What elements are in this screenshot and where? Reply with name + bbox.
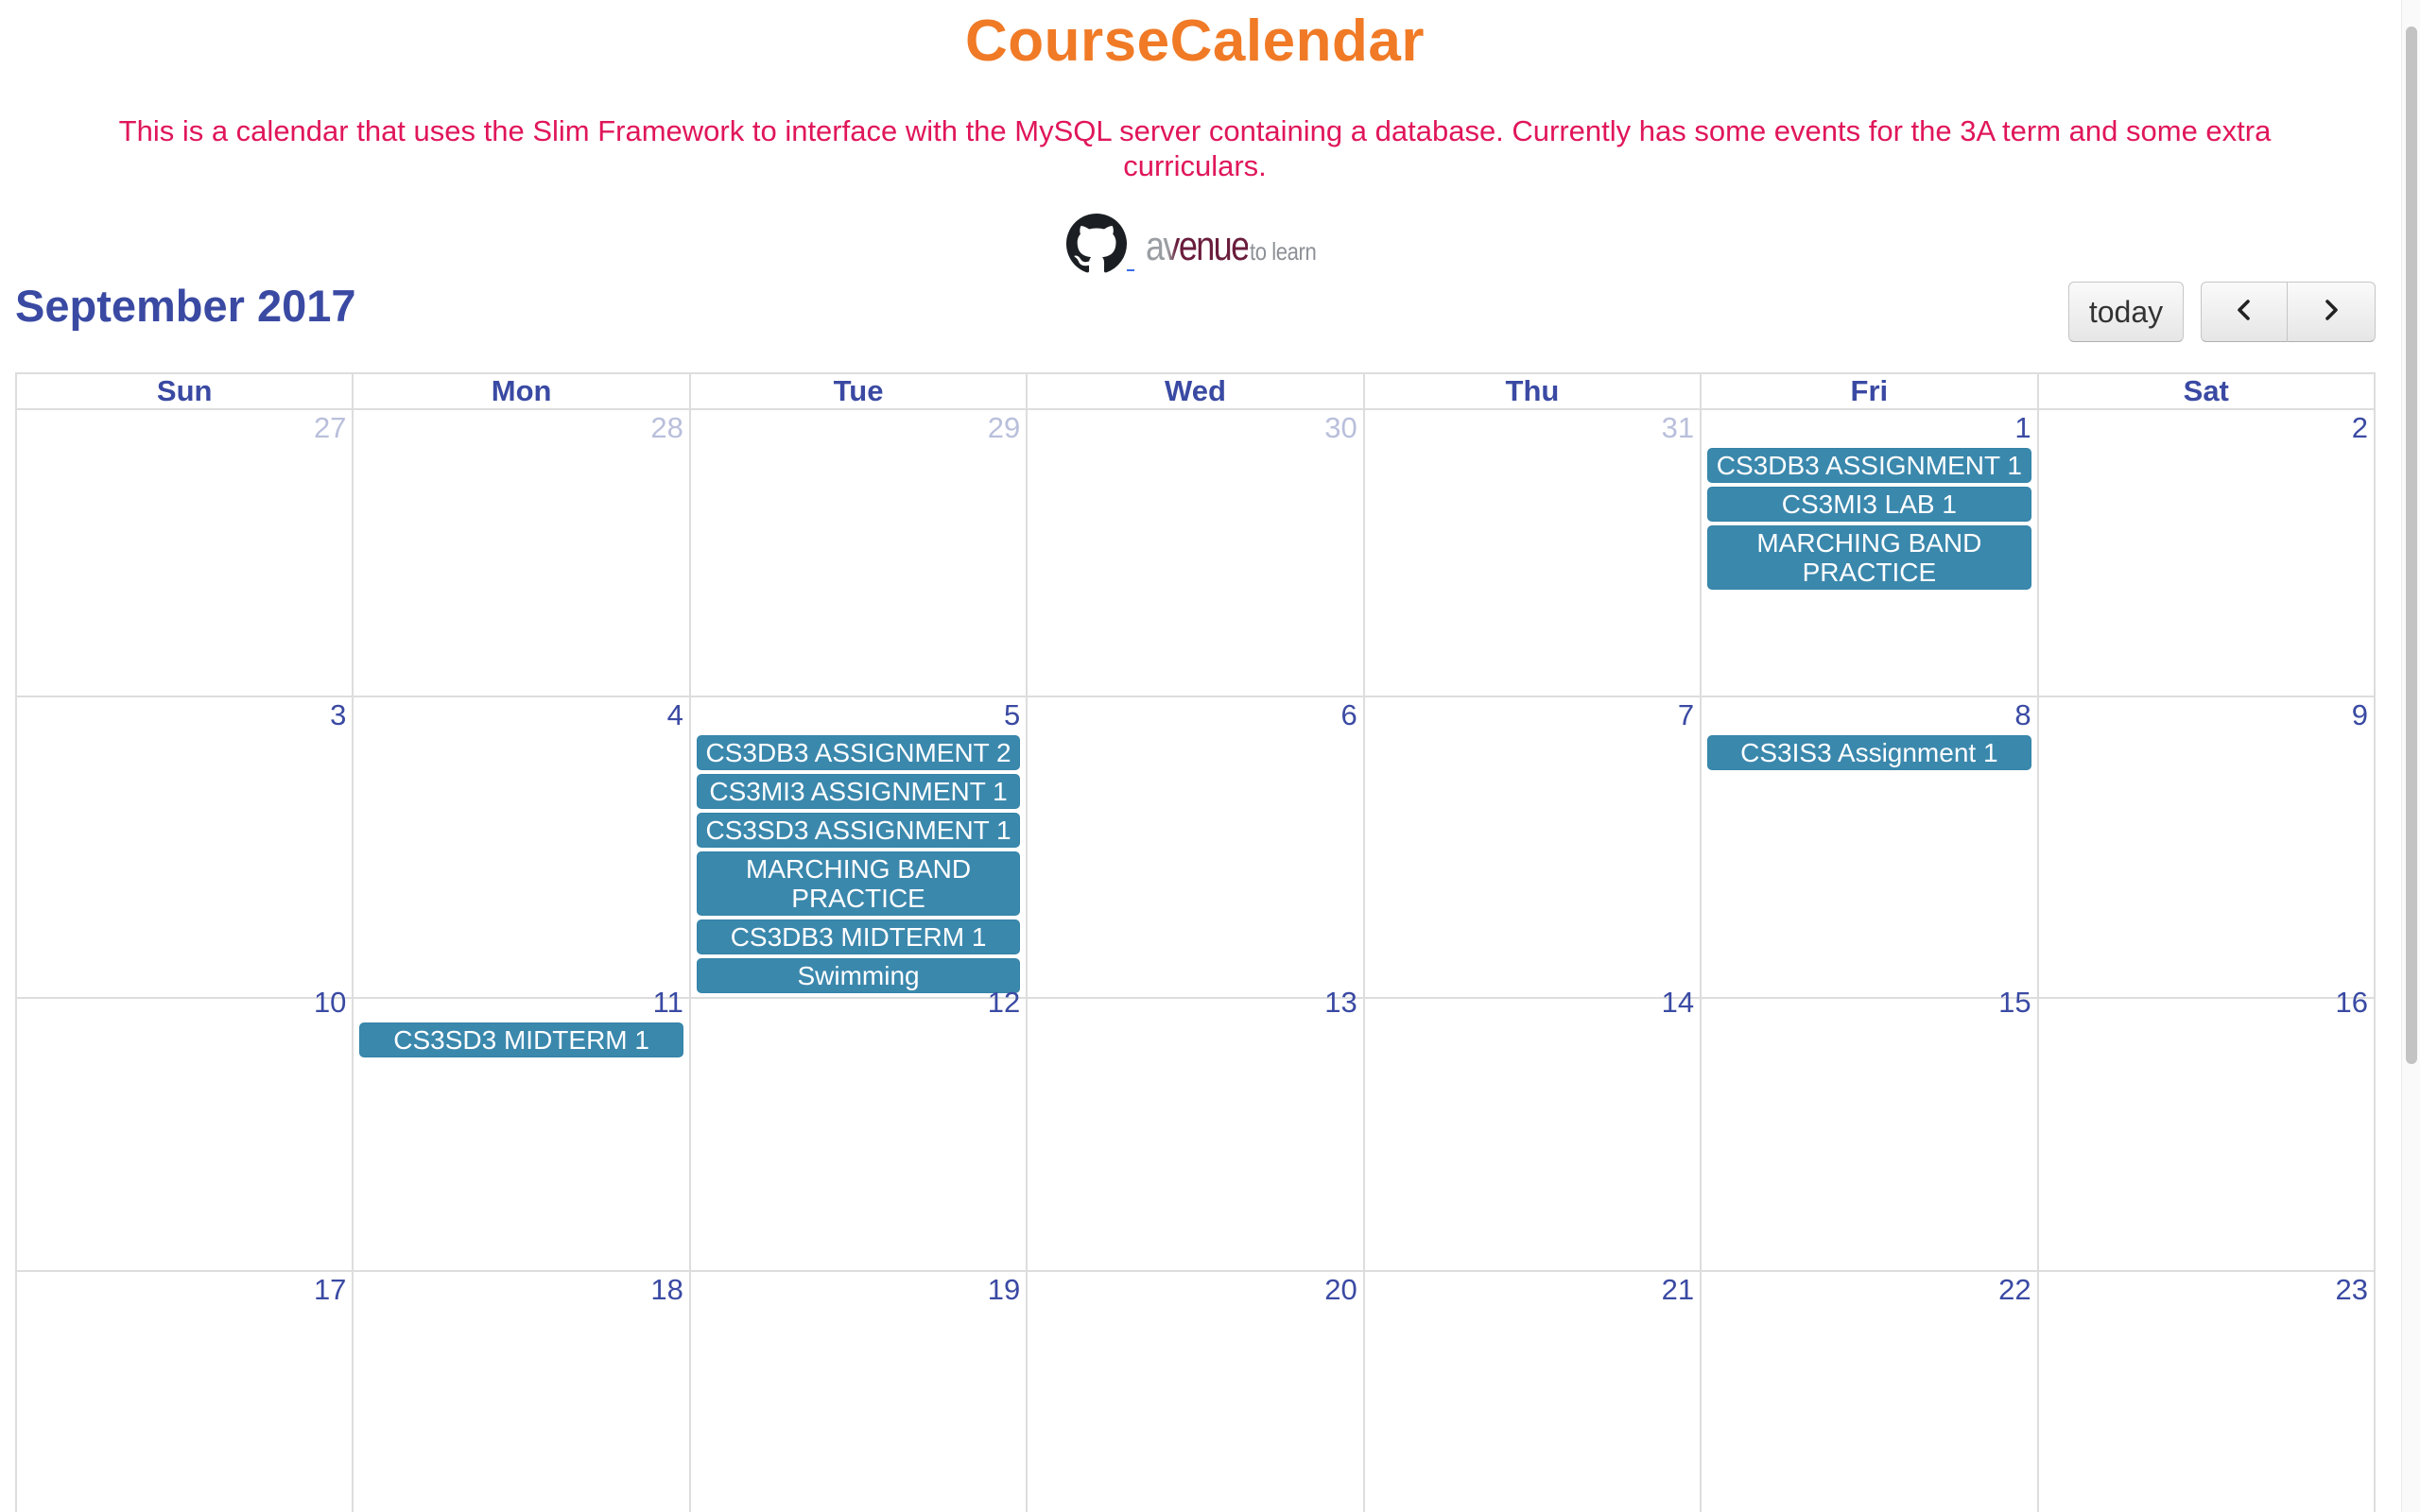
day-number: 27 — [313, 411, 347, 444]
day-cell[interactable]: 18 — [354, 1272, 691, 1512]
link-underline — [1127, 269, 1134, 271]
today-button[interactable]: today — [2068, 282, 2184, 342]
day-cell[interactable]: 5 CS3DB3 ASSIGNMENT 2 CS3MI3 ASSIGNMENT 1 C… — [690, 697, 1028, 999]
weekday-header-mon: Mon — [354, 374, 691, 410]
weekday-header-tue: Tue — [690, 374, 1028, 410]
week-row: 10 11 CS3SD3 MIDTERM 1 12 13 14 15 16 — [17, 985, 2376, 1272]
prev-month-button[interactable] — [2201, 282, 2288, 342]
day-cell[interactable]: 28 — [354, 410, 691, 697]
day-cell[interactable]: 29 — [690, 410, 1028, 697]
day-cell[interactable]: 17 — [17, 1272, 354, 1512]
month-grid: Sun Mon Tue Wed Thu Fri Sat 27 28 29 30 31 1 CS3DB3 … — [15, 372, 2376, 1512]
day-number: 4 — [666, 698, 683, 731]
github-link[interactable] — [1066, 214, 1134, 274]
page: CourseCalendar This is a calendar that u… — [0, 0, 2420, 1512]
next-month-button[interactable] — [2288, 282, 2376, 342]
day-cell[interactable]: 10 — [17, 985, 354, 1272]
day-cell[interactable]: 21 — [1365, 1272, 1703, 1512]
day-cell[interactable]: 3 — [17, 697, 354, 999]
calendar-event[interactable]: MARCHING BAND PRACTICE — [1707, 525, 2031, 590]
weeks-container: 27 28 29 30 31 1 CS3DB3 ASSIGNMENT 1 CS3MI3 LAB… — [17, 410, 2376, 1512]
day-cell[interactable]: 7 — [1364, 697, 1703, 999]
calendar-event[interactable]: CS3SD3 ASSIGNMENT 1 — [696, 813, 1021, 848]
day-cell[interactable]: 4 — [354, 697, 691, 999]
day-cell[interactable]: 31 — [1364, 410, 1703, 697]
day-cell[interactable]: 9 — [2038, 697, 2376, 999]
weekday-header-wed: Wed — [1028, 374, 1365, 410]
week-row: 17 18 19 20 21 22 23 — [17, 1272, 2376, 1512]
avenue-logo-suffix: to learn — [1250, 237, 1317, 266]
day-cell[interactable]: 16 — [2038, 985, 2376, 1272]
github-icon — [1066, 214, 1127, 274]
day-number: 23 — [2335, 1273, 2368, 1306]
day-number: 13 — [1324, 986, 1357, 1019]
month-title: September 2017 — [15, 281, 356, 331]
weekday-header-row: Sun Mon Tue Wed Thu Fri Sat — [17, 372, 2376, 410]
day-cell[interactable]: 11 CS3SD3 MIDTERM 1 — [354, 985, 691, 1272]
day-cell[interactable]: 23 — [2039, 1272, 2376, 1512]
day-number: 18 — [650, 1273, 683, 1306]
chevron-left-icon — [2232, 295, 2256, 330]
avenue-to-learn-logo[interactable]: avenue to learn — [1146, 214, 1328, 274]
calendar-event[interactable]: MARCHING BAND PRACTICE — [696, 851, 1021, 916]
day-cell[interactable]: 14 — [1364, 985, 1703, 1272]
day-number: 31 — [1661, 411, 1695, 444]
day-number: 12 — [987, 986, 1021, 1019]
day-number: 30 — [1324, 411, 1357, 444]
day-number: 14 — [1661, 986, 1695, 1019]
calendar-event[interactable]: CS3DB3 ASSIGNMENT 2 — [696, 735, 1021, 770]
day-cell[interactable]: 8 CS3IS3 Assignment 1 — [1702, 697, 2039, 999]
day-number: 20 — [1324, 1273, 1357, 1306]
week-row: 27 28 29 30 31 1 CS3DB3 ASSIGNMENT 1 CS3MI3 LAB… — [17, 410, 2376, 697]
day-number: 2 — [2351, 411, 2368, 444]
weekday-header-sat: Sat — [2038, 374, 2376, 410]
day-cell[interactable]: 15 — [1702, 985, 2039, 1272]
day-number: 3 — [330, 698, 347, 731]
day-number: 7 — [1677, 698, 1695, 731]
external-links: avenue to learn — [1066, 214, 1328, 274]
chevron-right-icon — [2319, 295, 2343, 330]
avenue-logo-word: avenue — [1146, 223, 1250, 269]
day-cell[interactable]: 6 — [1028, 697, 1365, 999]
day-number: 29 — [987, 411, 1021, 444]
day-number: 6 — [1340, 698, 1357, 731]
app-title: CourseCalendar — [965, 9, 1425, 74]
day-number: 9 — [2351, 698, 2368, 731]
day-number: 21 — [1661, 1273, 1695, 1306]
calendar-event[interactable]: CS3DB3 ASSIGNMENT 1 — [1707, 448, 2031, 483]
calendar-event[interactable]: CS3SD3 MIDTERM 1 — [359, 1022, 683, 1057]
calendar-event[interactable]: CS3MI3 LAB 1 — [1707, 487, 2031, 522]
day-cell[interactable]: 27 — [17, 410, 354, 697]
scrollbar-thumb[interactable] — [2406, 26, 2417, 1064]
day-number: 16 — [2335, 986, 2368, 1019]
weekday-header-sun: Sun — [17, 374, 354, 410]
day-number: 11 — [652, 986, 683, 1019]
calendar-event[interactable]: CS3IS3 Assignment 1 — [1707, 735, 2031, 770]
day-number: 15 — [1998, 986, 2031, 1019]
day-cell[interactable]: 1 CS3DB3 ASSIGNMENT 1 CS3MI3 LAB 1 MARCHING… — [1702, 410, 2039, 697]
day-cell[interactable]: 20 — [1028, 1272, 1365, 1512]
day-cell[interactable]: 19 — [691, 1272, 1028, 1512]
page-scrollbar[interactable] — [2401, 0, 2420, 1512]
day-number: 17 — [313, 1273, 347, 1306]
week-row: 3 4 5 CS3DB3 ASSIGNMENT 2 CS3MI3 ASSIGNMENT … — [17, 697, 2376, 999]
calendar-event[interactable]: CS3DB3 MIDTERM 1 — [696, 919, 1021, 954]
calendar-event[interactable]: CS3MI3 ASSIGNMENT 1 — [696, 774, 1021, 809]
day-number: 19 — [987, 1273, 1021, 1306]
day-cell[interactable]: 12 — [690, 985, 1028, 1272]
day-cell[interactable]: 30 — [1028, 410, 1365, 697]
day-number: 5 — [1004, 698, 1021, 731]
day-cell[interactable]: 2 — [2038, 410, 2376, 697]
app-description: This is a calendar that uses the Slim Fr… — [118, 114, 2272, 182]
day-number: 22 — [1998, 1273, 2031, 1306]
weekday-header-thu: Thu — [1364, 374, 1703, 410]
day-cell[interactable]: 22 — [1702, 1272, 2039, 1512]
day-number: 1 — [2014, 411, 2031, 444]
weekday-header-fri: Fri — [1702, 374, 2039, 410]
day-number: 10 — [313, 986, 347, 1019]
day-number: 8 — [2014, 698, 2031, 731]
day-cell[interactable]: 13 — [1028, 985, 1365, 1272]
day-number: 28 — [650, 411, 683, 444]
